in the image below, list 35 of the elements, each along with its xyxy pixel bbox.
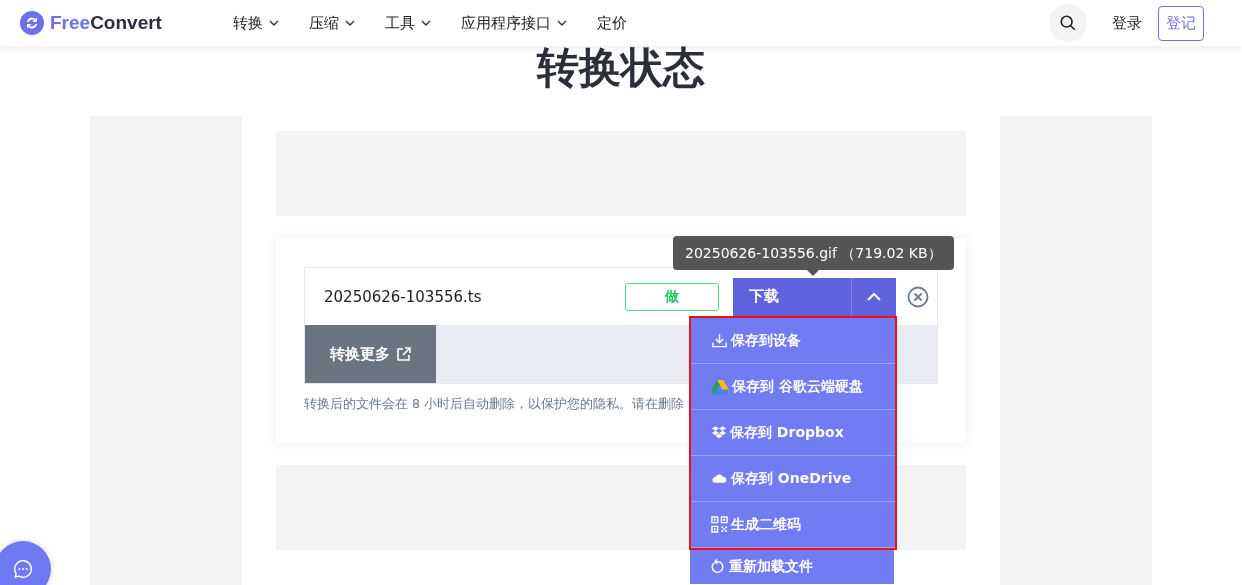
reload-icon[interactable] <box>710 559 726 575</box>
dropdown-toggle[interactable] <box>852 277 896 316</box>
chat-button[interactable] <box>0 541 51 585</box>
file-name: 20250626-103556.ts <box>324 287 483 306</box>
brand-name[interactable]: FreeConvert <box>50 12 162 34</box>
close-icon[interactable] <box>907 285 929 308</box>
nav-link[interactable]: 定价 <box>597 13 627 33</box>
page-title: 转换状态 <box>535 46 706 94</box>
open-box-icon[interactable] <box>711 425 727 440</box>
search-button[interactable] <box>1049 4 1087 42</box>
chevron-down-icon[interactable] <box>269 20 279 26</box>
download-button[interactable]: 下载 <box>733 277 852 316</box>
download-icon[interactable] <box>711 332 728 349</box>
tooltip: 20250626-103556.gif （719.02 KB） <box>673 236 954 270</box>
login-link[interactable]: 登录 <box>1112 13 1142 33</box>
chat-bubble-icon[interactable] <box>12 558 34 580</box>
status-label: 做 <box>625 282 719 311</box>
logo-icon[interactable] <box>20 11 44 35</box>
nav-link[interactable]: 工具 <box>385 13 431 33</box>
cloud-icon[interactable] <box>711 473 728 484</box>
chevron-down-icon[interactable] <box>421 20 431 26</box>
tooltip-arrow-icon <box>807 270 819 276</box>
nav-link[interactable]: 转换 <box>233 13 279 33</box>
nav-link[interactable]: 压缩 <box>309 13 355 33</box>
qr-code-icon[interactable] <box>711 516 728 533</box>
chevron-up-icon[interactable] <box>866 291 882 302</box>
chevron-down-icon[interactable] <box>345 20 355 26</box>
external-link-icon[interactable] <box>395 346 412 362</box>
nav-link[interactable]: 应用程序接口 <box>461 13 567 33</box>
search-icon[interactable] <box>1059 14 1077 32</box>
signup-button[interactable]: 登记 <box>1158 5 1204 41</box>
menu-item[interactable]: 重新加载文件 <box>690 550 894 584</box>
notice-text: 转换后的文件会在 8 小时后自动删除，以保护您的隐私。请在删除 <box>304 396 685 413</box>
convert-more-button[interactable]: 转换更多 <box>305 325 436 383</box>
chevron-down-icon[interactable] <box>557 20 567 26</box>
